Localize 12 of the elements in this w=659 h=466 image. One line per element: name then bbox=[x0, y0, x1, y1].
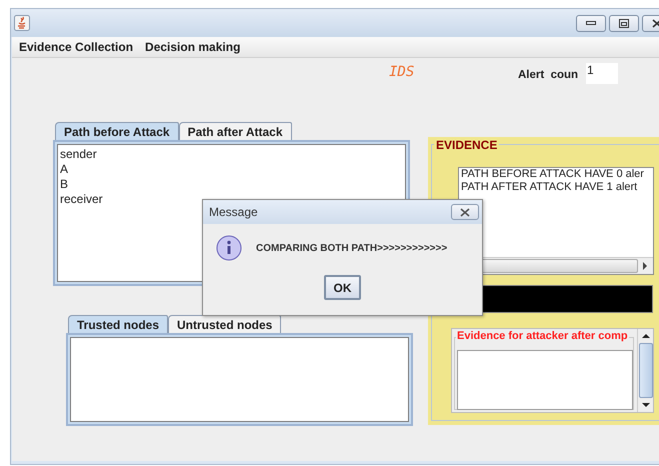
evidence-line: PATH BEFORE ATTACK HAVE 0 aler bbox=[460, 168, 645, 181]
path-line: receiver bbox=[60, 192, 104, 207]
path-line: A bbox=[60, 162, 70, 177]
alert-label: Alert coun bbox=[518, 69, 578, 81]
path-line: sender bbox=[60, 147, 98, 162]
evidence-title: EVIDENCE bbox=[434, 138, 500, 152]
evidence-line: PATH AFTER ATTACK HAVE 1 alert bbox=[460, 181, 638, 194]
dialog-message: COMPARING BOTH PATH>>>>>>>>>>>> bbox=[256, 242, 448, 254]
dialog-title: Message bbox=[209, 205, 258, 219]
attacker-title: Evidence for attacker after comp bbox=[456, 330, 629, 342]
logo-text: IDS bbox=[389, 64, 414, 80]
path-line: B bbox=[60, 177, 70, 192]
